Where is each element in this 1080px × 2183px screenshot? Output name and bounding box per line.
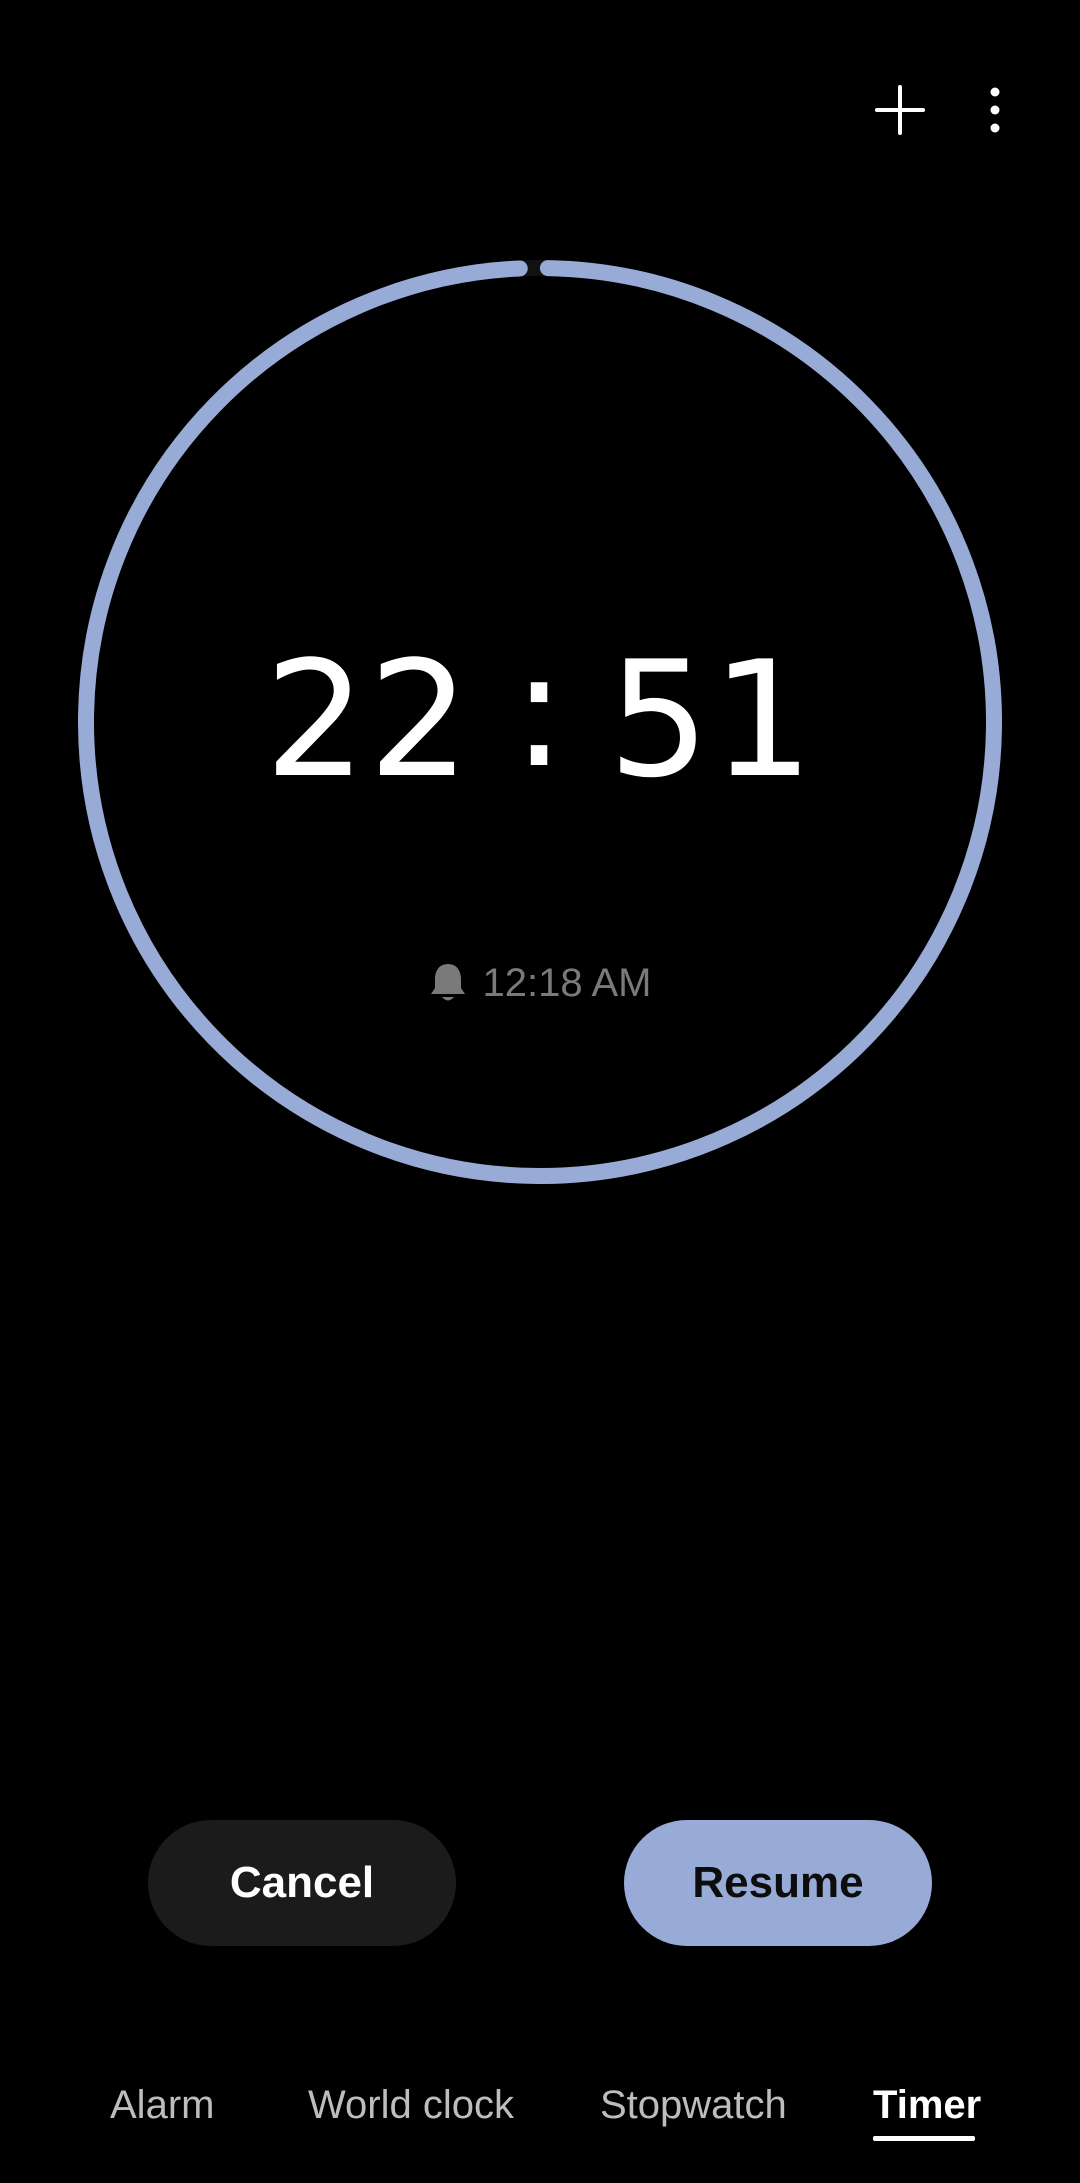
seconds-value: 51 (607, 626, 816, 813)
end-time-text: 12:18 AM (482, 960, 652, 1005)
add-timer-button[interactable] (860, 70, 940, 150)
tab-timer[interactable]: Timer (873, 2070, 981, 2140)
end-time-indicator: 12:18 AM (0, 955, 1080, 1011)
timer-screen: 22 : 51 12:18 AM Cancel Resume Alarm Wor… (0, 0, 1080, 2183)
tab-alarm[interactable]: Alarm (110, 2070, 214, 2140)
cancel-button[interactable]: Cancel (148, 1820, 456, 1946)
bottom-tab-bar: Alarm World clock Stopwatch Timer (0, 2070, 1080, 2140)
more-vertical-icon (990, 87, 1000, 133)
plus-icon (875, 85, 925, 135)
time-separator: : (512, 616, 568, 803)
bell-icon (428, 961, 468, 1005)
resume-button[interactable]: Resume (624, 1820, 932, 1946)
tab-stopwatch[interactable]: Stopwatch (600, 2070, 787, 2140)
more-options-button[interactable] (955, 70, 1035, 150)
active-tab-indicator (873, 2136, 975, 2141)
minutes-value: 22 (264, 626, 473, 813)
remaining-time: 22 : 51 (0, 630, 1080, 810)
tab-world-clock[interactable]: World clock (308, 2070, 514, 2140)
